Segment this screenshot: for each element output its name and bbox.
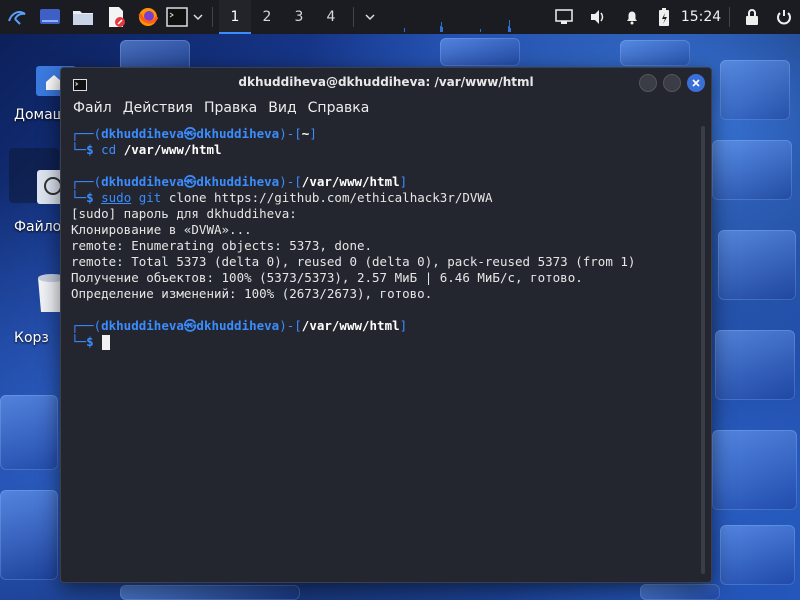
text-editor-icon[interactable] [100,0,132,34]
top-panel: 1 2 3 4 15:24 [0,0,800,34]
output-line: [sudo] пароль для dkhuddiheva: [71,206,297,221]
command-line: └─$ sudo git clone https://github.com/et… [71,190,493,205]
notifications-icon[interactable] [615,0,649,34]
prompt-line: ┌──(dkhuddiheva㉿dkhuddiheva)-[/var/www/h… [71,318,408,333]
scrollbar[interactable] [701,126,705,574]
panel-separator [353,7,354,27]
clock[interactable]: 15:24 [679,0,723,34]
minimize-button[interactable] [639,74,657,92]
desktop-icon-home-label: Домаш [14,107,66,123]
workspace-3[interactable]: 3 [283,0,315,34]
output-line: Определение изменений: 100% (2673/2673),… [71,286,433,301]
logout-icon[interactable] [768,0,800,34]
workspace-2[interactable]: 2 [251,0,283,34]
volume-icon[interactable] [581,0,615,34]
network-icon[interactable] [547,0,581,34]
output-line: Получение объектов: 100% (5373/5373), 2.… [71,270,583,285]
prompt-line: ┌──(dkhuddiheva㉿dkhuddiheva)-[/var/www/h… [71,174,408,189]
output-line: remote: Enumerating objects: 5373, done. [71,238,373,253]
menu-view[interactable]: Вид [268,100,296,116]
cpu-graph [380,0,540,34]
menu-edit[interactable]: Правка [204,100,257,116]
window-titlebar[interactable]: dkhuddiheva@dkhuddiheva: /var/www/html [61,68,711,96]
prompt-line: ┌──(dkhuddiheva㉿dkhuddiheva)-[~] [71,126,317,141]
terminal-output[interactable]: ┌──(dkhuddiheva㉿dkhuddiheva)-[~] └─$ cd … [61,122,695,582]
workspace-1[interactable]: 1 [219,0,251,34]
launcher-dropdown-icon[interactable] [190,0,206,34]
menu-file[interactable]: Файл [73,100,112,116]
panel-separator [212,7,213,27]
terminal-launcher-icon[interactable] [164,0,190,34]
output-line: remote: Total 5373 (delta 0), reused 0 (… [71,254,636,269]
kali-menu-icon[interactable] [0,0,34,34]
battery-icon[interactable] [649,0,679,34]
command-line: └─$ cd /var/www/html [71,142,222,157]
firefox-icon[interactable] [132,0,164,34]
terminal-window[interactable]: dkhuddiheva@dkhuddiheva: /var/www/html Ф… [60,67,712,583]
close-icon [692,79,700,87]
window-title: dkhuddiheva@dkhuddiheva: /var/www/html [238,75,534,89]
lock-icon[interactable] [736,0,768,34]
show-desktop-icon[interactable] [34,0,66,34]
desktop-icon-trash-label: Корз [14,330,49,346]
menubar: Файл Действия Правка Вид Справка [61,96,711,120]
workspace-4[interactable]: 4 [315,0,347,34]
taskbar-dropdown-icon[interactable] [360,0,380,34]
panel-separator [729,7,730,27]
command-line[interactable]: └─$ [71,334,695,350]
file-manager-icon[interactable] [66,0,100,34]
output-line: Клонирование в «DVWA»... [71,222,252,237]
text-cursor [102,335,111,350]
menu-help[interactable]: Справка [308,100,370,116]
close-button[interactable] [687,74,705,92]
menu-actions[interactable]: Действия [123,100,193,116]
maximize-button[interactable] [663,74,681,92]
